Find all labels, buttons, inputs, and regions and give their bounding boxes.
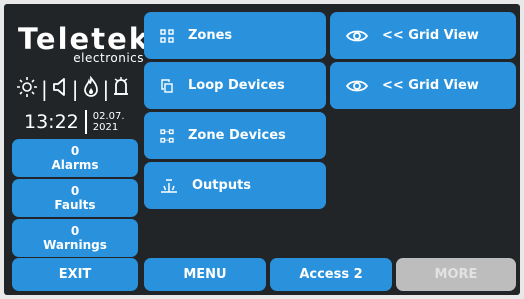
grid-view-button-2[interactable]: << Grid View [330,62,516,109]
alarms-counter-button[interactable]: 0 Alarms [12,139,138,177]
exit-label: EXIT [58,267,92,282]
clock-time: 13:22 [24,111,79,133]
zones-icon [160,28,174,43]
clock-date: 02.07. 2021 [93,111,125,133]
clock: 13:22 02.07. 2021 [24,110,125,134]
warnings-label: Warnings [43,238,107,252]
zone-devices-label: Zone Devices [188,128,286,143]
separator: | [41,77,48,101]
status-icons-row: | | | [16,75,146,102]
alarms-label: Alarms [51,158,99,172]
loop-devices-button[interactable]: Loop Devices [144,62,326,109]
warnings-count: 0 [70,224,80,238]
warnings-counter-button[interactable]: 0 Warnings [12,219,138,257]
zones-label: Zones [188,28,233,43]
menu-label: MENU [183,267,227,282]
separator: | [71,77,79,101]
menu-button[interactable]: MENU [144,258,266,291]
faults-counter-button[interactable]: 0 Faults [12,179,138,217]
outputs-label: Outputs [192,178,252,193]
brand-logo: Teletek electronics [18,22,151,65]
outputs-icon [160,178,178,194]
brand-name: Teletek [18,22,151,56]
access-level-button[interactable]: Access 2 [270,258,392,291]
grid-view-label-2: << Grid View [382,78,479,93]
faults-label: Faults [54,198,96,212]
bell-icon [112,76,130,102]
grid-view-button-1[interactable]: << Grid View [330,12,516,59]
grid-view-label-1: << Grid View [382,28,479,43]
speaker-icon [51,76,69,102]
exit-button[interactable]: EXIT [12,258,138,291]
faults-count: 0 [70,184,80,198]
zone-devices-button[interactable]: Zone Devices [144,112,326,159]
outputs-button[interactable]: Outputs [144,162,326,209]
alarms-count: 0 [70,144,80,158]
clock-divider [84,110,87,134]
eye-icon [346,29,368,43]
more-button[interactable]: MORE [396,258,516,291]
access-level-label: Access 2 [299,267,363,282]
zone-devices-icon [160,128,174,143]
clock-date-year: 2021 [92,122,119,133]
clock-date-day: 02.07. [92,111,125,122]
zones-button[interactable]: Zones [144,12,326,59]
flame-icon [82,75,100,102]
loop-devices-label: Loop Devices [188,78,285,93]
loop-devices-icon [160,78,174,93]
more-label: MORE [434,267,478,282]
eye-icon [346,79,368,93]
brightness-icon [16,76,38,102]
separator: | [102,77,110,101]
panel-screen: Teletek electronics | | | 13:22 02.07. 2… [4,4,520,295]
